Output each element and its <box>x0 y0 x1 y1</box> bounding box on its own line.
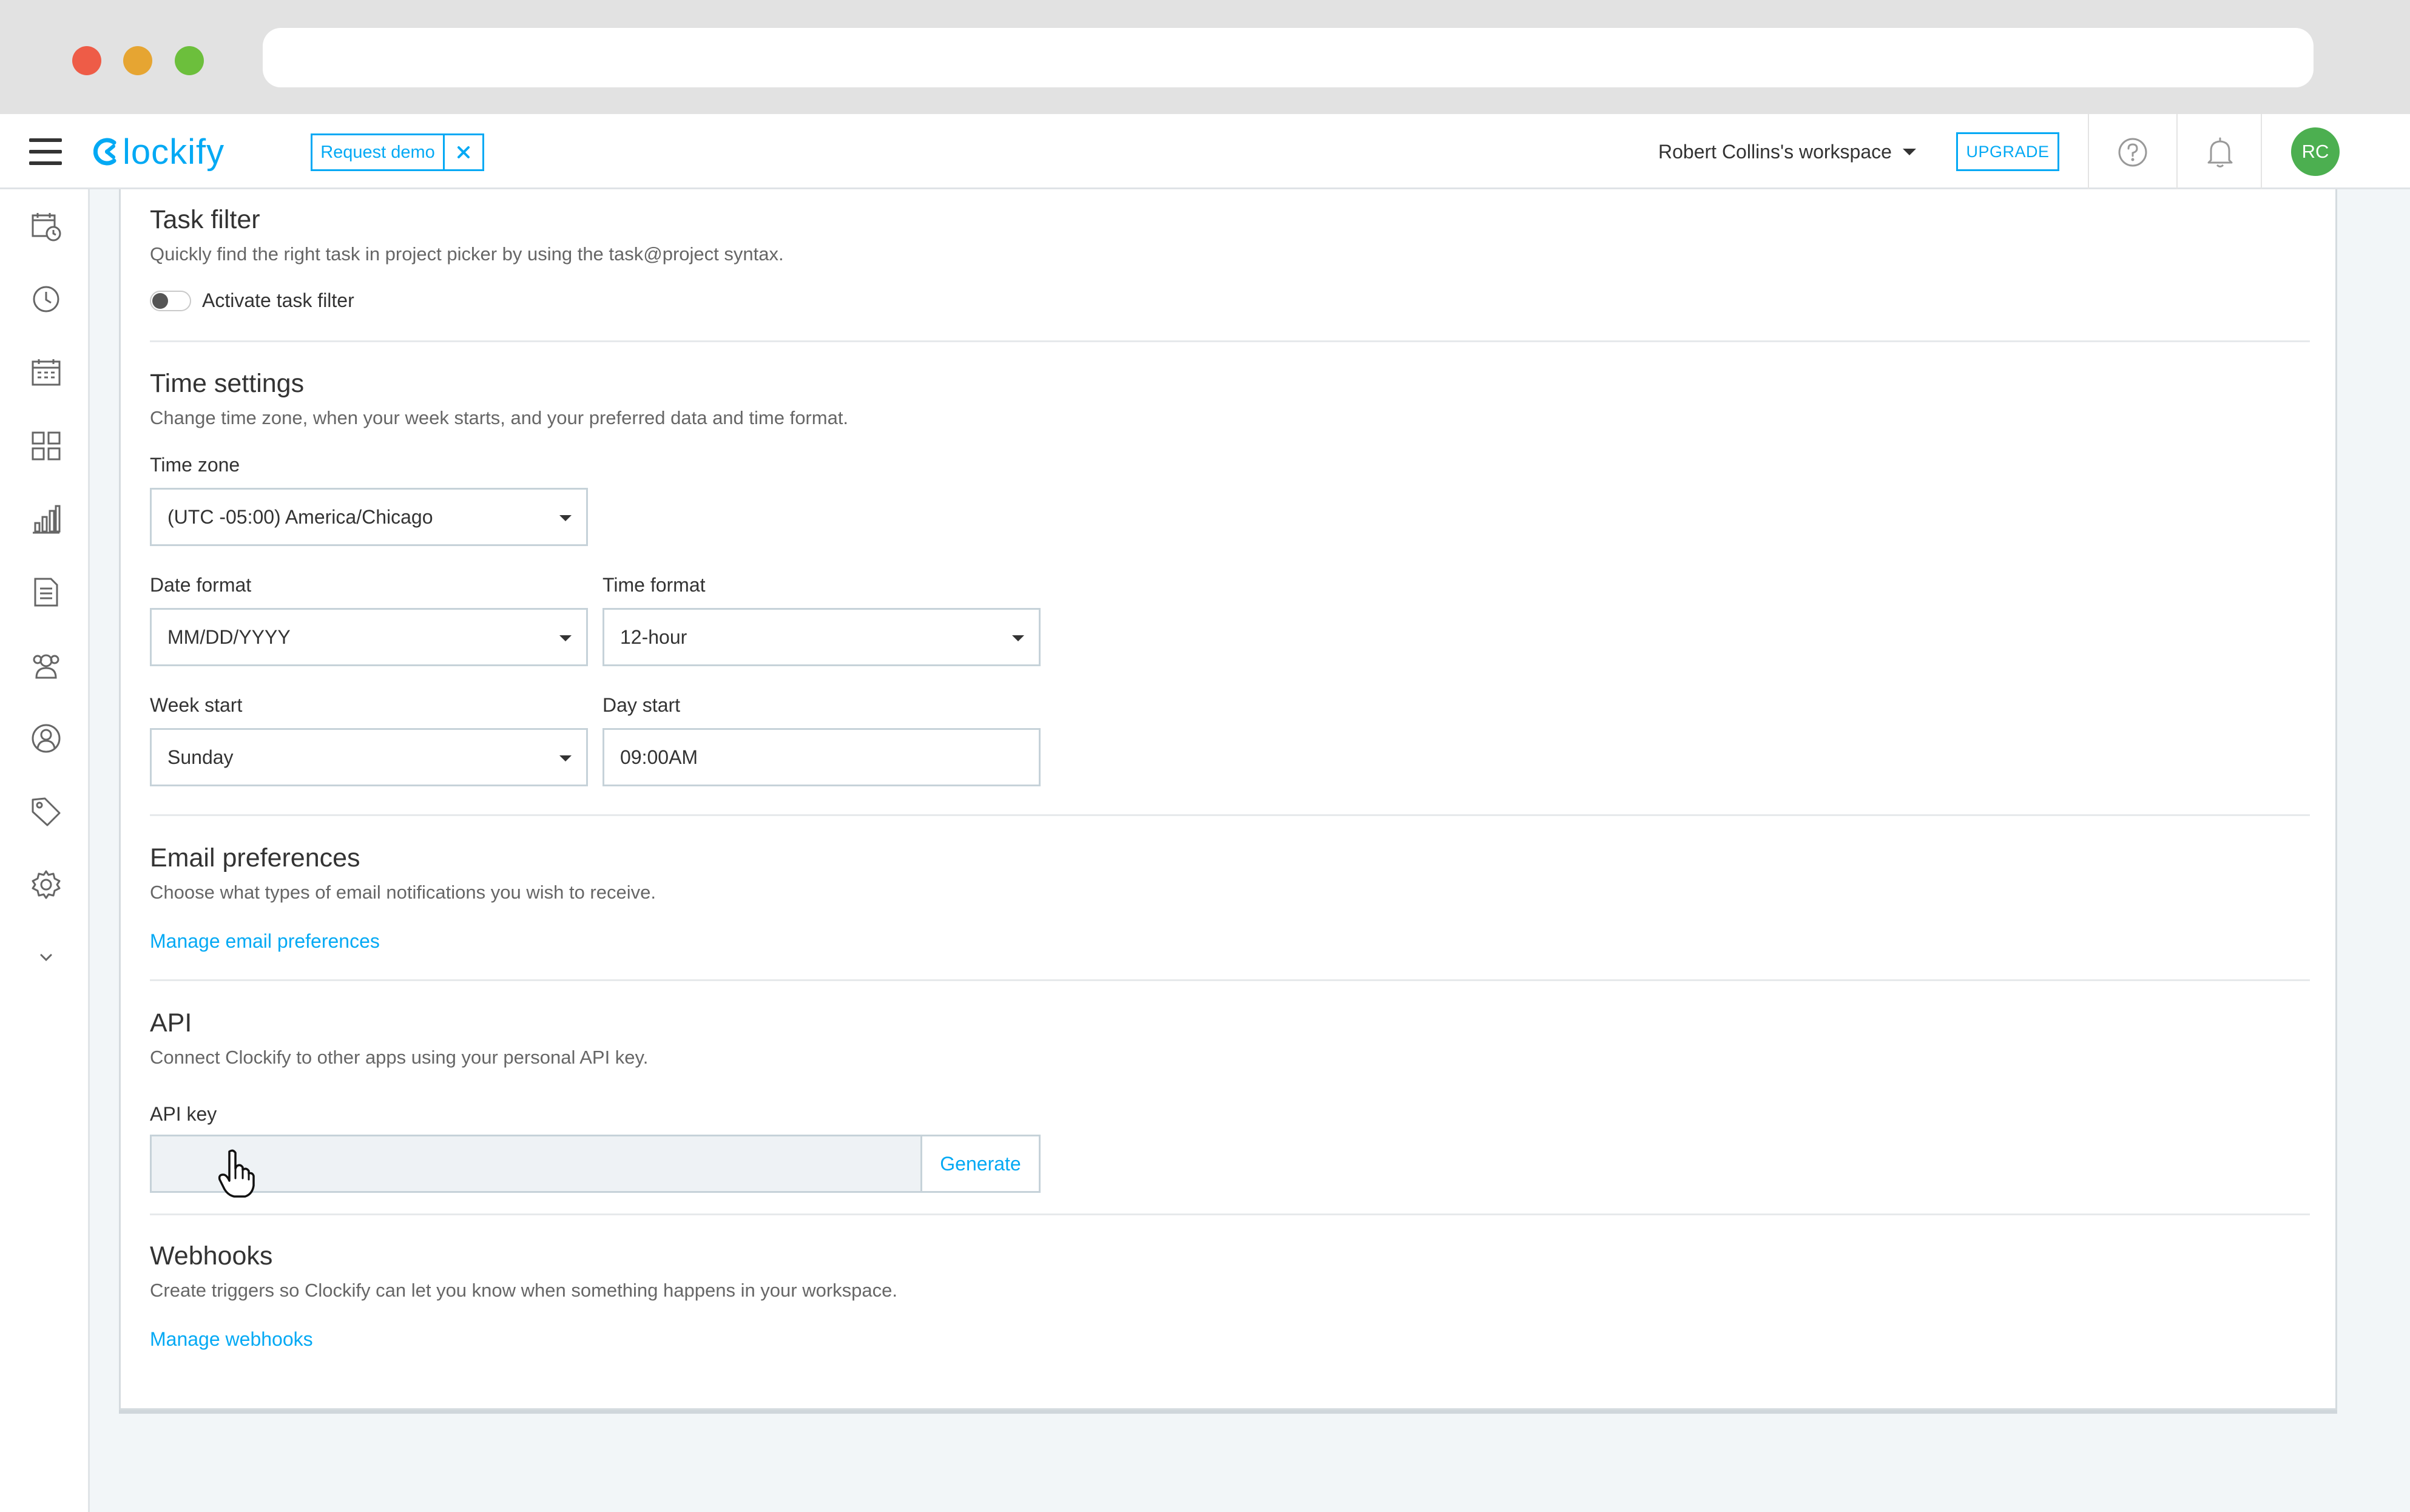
email-preferences-section: Email preferences Choose what types of e… <box>150 843 2310 953</box>
time-format-select[interactable]: 12-hour <box>602 608 1041 666</box>
gear-icon[interactable] <box>30 869 62 900</box>
team-icon[interactable] <box>30 650 62 681</box>
request-demo-banner: Request demo <box>311 133 484 171</box>
main-content: Task filter Quickly find the right task … <box>90 189 2410 1512</box>
avatar[interactable]: RC <box>2291 127 2340 176</box>
calendar-icon[interactable] <box>30 357 62 388</box>
section-divider <box>150 814 2310 816</box>
clock-icon[interactable] <box>30 283 62 315</box>
header-divider <box>2261 114 2262 189</box>
api-key-input[interactable] <box>152 1136 922 1191</box>
section-description: Change time zone, when your week starts,… <box>150 407 849 428</box>
section-description: Create triggers so Clockify can let you … <box>150 1280 898 1301</box>
toggle-knob <box>152 292 168 309</box>
bar-chart-icon[interactable] <box>30 504 62 535</box>
bell-icon[interactable] <box>2206 136 2234 172</box>
window-close-button[interactable] <box>72 46 101 75</box>
section-divider <box>150 340 2310 342</box>
clockify-logo-icon <box>93 138 116 166</box>
date-format-label: Date format <box>150 574 252 596</box>
time-format-value: 12-hour <box>620 626 687 648</box>
date-format-select[interactable]: MM/DD/YYYY <box>150 608 588 666</box>
week-start-value: Sunday <box>167 746 234 768</box>
toggle-label: Activate task filter <box>202 289 354 311</box>
section-divider <box>150 1213 2310 1215</box>
window-minimize-button[interactable] <box>123 46 152 75</box>
tag-icon[interactable] <box>30 796 62 828</box>
header-divider <box>2088 114 2089 189</box>
dropdown-arrow-icon <box>1012 635 1024 641</box>
document-icon[interactable] <box>30 576 62 608</box>
sidebar <box>0 189 90 1512</box>
time-zone-label: Time zone <box>150 454 240 476</box>
logo-text: lockify <box>123 132 225 172</box>
time-zone-value: (UTC -05:00) America/Chicago <box>167 505 433 528</box>
api-key-label: API key <box>150 1103 217 1125</box>
time-format-label: Time format <box>602 574 706 596</box>
chevron-down-icon[interactable] <box>30 942 62 973</box>
section-title: Email preferences <box>150 843 360 872</box>
day-start-label: Day start <box>602 694 681 716</box>
clockify-logo[interactable]: lockify <box>93 132 225 172</box>
caret-down-icon <box>1902 148 1916 155</box>
section-description: Choose what types of email notifications… <box>150 882 656 903</box>
day-start-value: 09:00AM <box>620 746 698 768</box>
section-divider <box>150 979 2310 981</box>
browser-chrome <box>0 0 2410 114</box>
generate-api-key-button[interactable]: Generate <box>922 1136 1039 1191</box>
section-title: Task filter <box>150 205 260 234</box>
task-filter-section: Task filter Quickly find the right task … <box>150 205 2310 312</box>
manage-webhooks-link[interactable]: Manage webhooks <box>150 1328 2310 1351</box>
help-icon[interactable] <box>2118 137 2148 170</box>
time-settings-section: Time settings Change time zone, when you… <box>150 369 2310 788</box>
task-filter-toggle[interactable] <box>150 290 191 311</box>
day-start-input[interactable]: 09:00AM <box>602 728 1041 786</box>
upgrade-button[interactable]: UPGRADE <box>1956 132 2059 171</box>
dropdown-arrow-icon <box>559 635 572 641</box>
week-start-label: Week start <box>150 694 243 716</box>
manage-email-preferences-link[interactable]: Manage email preferences <box>150 930 2310 953</box>
workspace-name: Robert Collins's workspace <box>1658 140 1892 163</box>
app-header: lockify Request demo Robert Collins's wo… <box>0 114 2410 189</box>
header-divider <box>2176 114 2178 189</box>
api-section: API Connect Clockify to other apps using… <box>150 1008 2310 1209</box>
section-description: Connect Clockify to other apps using you… <box>150 1047 649 1068</box>
menu-icon[interactable] <box>29 137 62 166</box>
date-format-value: MM/DD/YYYY <box>167 626 291 648</box>
hand-cursor-icon <box>217 1148 257 1202</box>
dashboard-grid-icon[interactable] <box>30 430 62 462</box>
webhooks-section: Webhooks Create triggers so Clockify can… <box>150 1241 2310 1351</box>
time-zone-select[interactable]: (UTC -05:00) America/Chicago <box>150 488 588 546</box>
settings-card: Task filter Quickly find the right task … <box>119 189 2337 1410</box>
request-demo-button[interactable]: Request demo <box>312 135 445 169</box>
week-start-select[interactable]: Sunday <box>150 728 588 786</box>
address-bar[interactable] <box>263 28 2314 87</box>
api-key-field: Generate <box>150 1135 1041 1193</box>
section-title: API <box>150 1008 192 1038</box>
section-title: Webhooks <box>150 1241 273 1271</box>
dropdown-arrow-icon <box>559 755 572 761</box>
task-filter-toggle-row: Activate task filter <box>150 289 2310 312</box>
window-maximize-button[interactable] <box>175 46 204 75</box>
section-description: Quickly find the right task in project p… <box>150 243 784 265</box>
dropdown-arrow-icon <box>559 515 572 521</box>
user-icon[interactable] <box>30 723 62 754</box>
close-icon[interactable] <box>445 135 482 169</box>
workspace-switcher[interactable]: Robert Collins's workspace <box>1658 137 1916 166</box>
section-title: Time settings <box>150 369 305 398</box>
calendar-clock-icon[interactable] <box>30 211 62 242</box>
